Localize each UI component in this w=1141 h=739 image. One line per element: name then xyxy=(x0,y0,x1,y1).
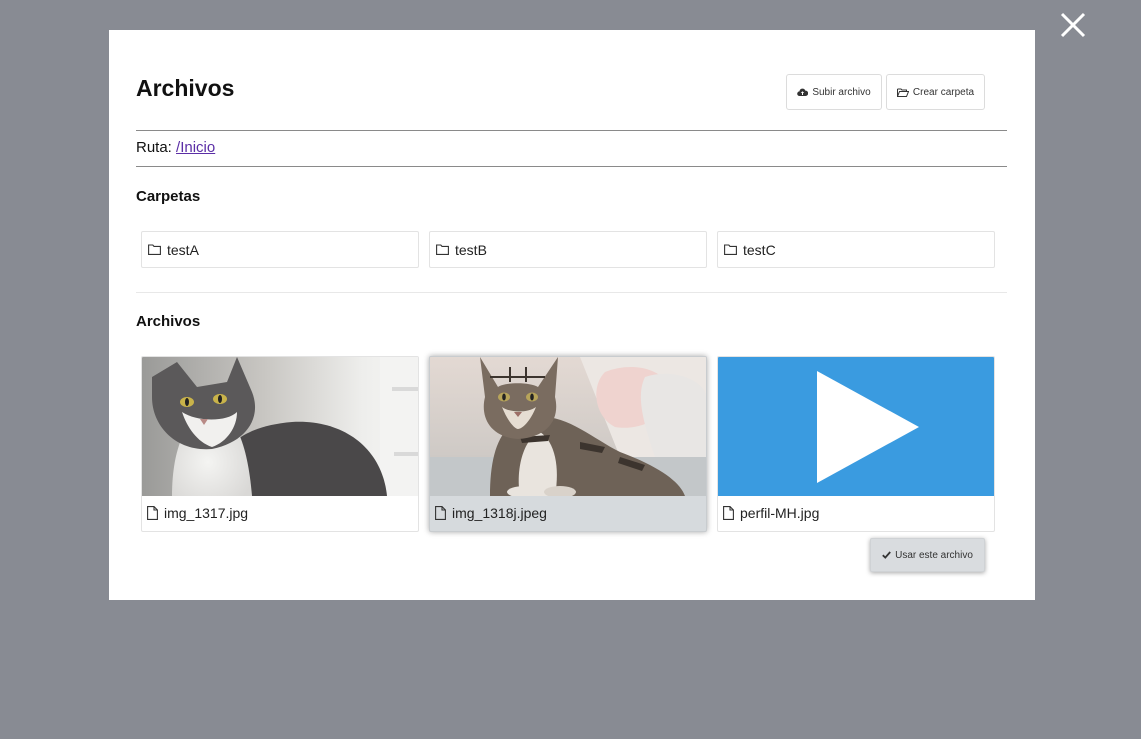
create-folder-label: Crear carpeta xyxy=(912,86,975,98)
use-file-label: Usar este archivo xyxy=(895,549,973,561)
cloud-upload-icon xyxy=(797,88,809,97)
path-label: Ruta: xyxy=(136,139,172,156)
modal-title: Archivos xyxy=(136,75,235,101)
file-thumbnail-image xyxy=(430,357,706,496)
file-manager-modal: Archivos Subir archivo Crear carpeta Rut… xyxy=(109,30,1035,600)
folder-icon xyxy=(724,244,737,255)
file-name: perfil-MH.jpg xyxy=(740,505,820,521)
folder-name: testB xyxy=(455,241,487,258)
files-section-title: Archivos xyxy=(136,313,201,330)
file-label: perfil-MH.jpg xyxy=(723,505,819,521)
file-name: img_1317.jpg xyxy=(164,505,249,521)
file-icon xyxy=(435,506,446,520)
upload-file-button[interactable]: Subir archivo xyxy=(786,74,882,110)
create-folder-button[interactable]: Crear carpeta xyxy=(886,74,985,110)
use-file-button[interactable]: Usar este archivo xyxy=(870,538,985,572)
breadcrumb: Ruta: /Inicio xyxy=(136,139,215,156)
folder-name: testA xyxy=(167,241,199,258)
folder-item-testc[interactable]: testC xyxy=(717,231,995,268)
file-icon xyxy=(723,506,734,520)
divider xyxy=(136,292,1007,293)
divider xyxy=(136,130,1007,131)
file-item-img-1317[interactable]: img_1317.jpg xyxy=(141,356,419,532)
folder-item-testa[interactable]: testA xyxy=(141,231,419,268)
upload-file-label: Subir archivo xyxy=(812,86,871,98)
path-link-inicio[interactable]: /Inicio xyxy=(176,139,215,156)
divider xyxy=(136,166,1007,167)
close-icon[interactable] xyxy=(1058,10,1088,40)
file-name: img_1318j.jpeg xyxy=(452,505,547,521)
folder-icon xyxy=(436,244,449,255)
file-label: img_1318j.jpeg xyxy=(435,505,547,521)
play-icon xyxy=(718,357,994,496)
file-thumbnail-image xyxy=(142,357,418,496)
file-item-img-1318j[interactable]: img_1318j.jpeg xyxy=(429,356,707,532)
folder-item-testb[interactable]: testB xyxy=(429,231,707,268)
file-label: img_1317.jpg xyxy=(147,505,248,521)
folder-name: testC xyxy=(743,241,776,258)
folder-open-icon xyxy=(896,88,909,97)
file-item-perfil-mh[interactable]: perfil-MH.jpg xyxy=(717,356,995,532)
check-icon xyxy=(882,551,891,559)
file-icon xyxy=(147,506,158,520)
folder-icon xyxy=(148,244,161,255)
folders-section-title: Carpetas xyxy=(136,188,201,205)
